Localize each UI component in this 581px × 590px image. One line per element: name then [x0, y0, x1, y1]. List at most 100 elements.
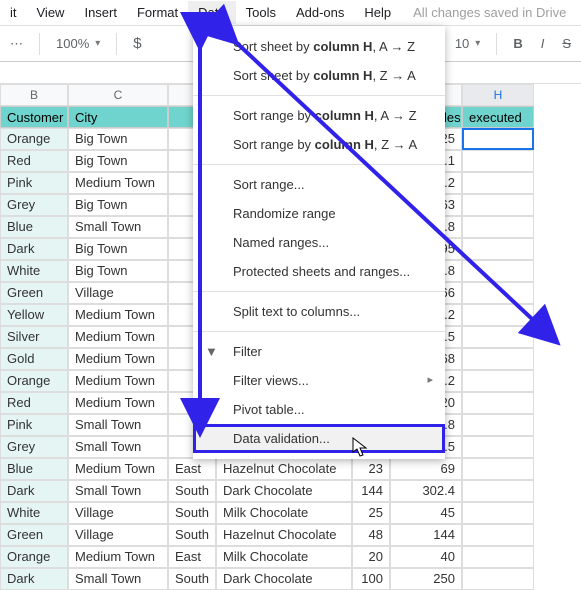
cell[interactable]: Medium Town — [68, 326, 168, 348]
cell[interactable]: South — [168, 524, 216, 546]
menu-filter-views[interactable]: Filter views... — [193, 366, 445, 395]
cell[interactable]: Yellow — [0, 304, 68, 326]
cell[interactable]: Hazelnut Chocolate — [216, 458, 352, 480]
cell[interactable]: Small Town — [68, 568, 168, 590]
menu-view[interactable]: View — [27, 1, 75, 24]
cell[interactable] — [462, 260, 534, 282]
column-header[interactable]: B — [0, 84, 68, 106]
cell[interactable]: 250 — [390, 568, 462, 590]
cell[interactable]: Medium Town — [68, 392, 168, 414]
cell[interactable]: Medium Town — [68, 304, 168, 326]
menu-tools[interactable]: Tools — [236, 1, 286, 24]
cell[interactable]: Village — [68, 282, 168, 304]
cell[interactable] — [462, 414, 534, 436]
cell[interactable]: 40 — [390, 546, 462, 568]
cell[interactable]: Dark — [0, 238, 68, 260]
zoom-select[interactable]: 100% — [50, 32, 106, 55]
cell[interactable] — [462, 194, 534, 216]
cell[interactable]: Big Town — [68, 194, 168, 216]
cell[interactable]: Grey — [0, 194, 68, 216]
menu-filter[interactable]: ▼Filter — [193, 337, 445, 366]
cell[interactable]: White — [0, 502, 68, 524]
cell[interactable]: Green — [0, 282, 68, 304]
cell[interactable]: Silver — [0, 326, 68, 348]
cell[interactable] — [462, 238, 534, 260]
cell[interactable]: South — [168, 568, 216, 590]
cell[interactable] — [462, 480, 534, 502]
cell[interactable]: Big Town — [68, 260, 168, 282]
cell[interactable]: Dark Chocolate — [216, 568, 352, 590]
cell[interactable] — [462, 370, 534, 392]
cell[interactable]: Small Town — [68, 216, 168, 238]
menu-sort-range-za[interactable]: Sort range by column H, Z → A — [193, 130, 445, 159]
cell[interactable]: Pink — [0, 172, 68, 194]
menu-addons[interactable]: Add-ons — [286, 1, 354, 24]
cell[interactable] — [462, 436, 534, 458]
cell[interactable] — [462, 568, 534, 590]
cell[interactable] — [462, 524, 534, 546]
cell[interactable]: 23 — [352, 458, 390, 480]
currency-button[interactable]: $ — [127, 31, 147, 56]
cell[interactable]: Medium Town — [68, 348, 168, 370]
cell[interactable] — [462, 392, 534, 414]
cell[interactable]: 144 — [352, 480, 390, 502]
cell[interactable]: Gold — [0, 348, 68, 370]
cell[interactable]: 69 — [390, 458, 462, 480]
menu-format[interactable]: Format — [127, 1, 188, 24]
cell[interactable]: Village — [68, 502, 168, 524]
cell[interactable]: Green — [0, 524, 68, 546]
cell[interactable]: Big Town — [68, 150, 168, 172]
cell[interactable]: Dark Chocolate — [216, 480, 352, 502]
cell[interactable]: 25 — [352, 502, 390, 524]
cell[interactable]: Big Town — [68, 238, 168, 260]
cell[interactable]: 144 — [390, 524, 462, 546]
cell[interactable]: Hazelnut Chocolate — [216, 524, 352, 546]
menu-sort-sheet-az[interactable]: Sort sheet by column H, A → Z — [193, 32, 445, 61]
cell[interactable]: Medium Town — [68, 546, 168, 568]
cell[interactable]: Orange — [0, 128, 68, 150]
cell[interactable] — [462, 304, 534, 326]
cell[interactable] — [462, 150, 534, 172]
menu-insert[interactable]: Insert — [74, 1, 127, 24]
menu-data-validation[interactable]: Data validation... — [193, 424, 445, 453]
cell[interactable] — [462, 502, 534, 524]
cell[interactable]: Milk Chocolate — [216, 502, 352, 524]
cell[interactable]: Orange — [0, 546, 68, 568]
menu-sort-range[interactable]: Sort range... — [193, 170, 445, 199]
cell[interactable]: Medium Town — [68, 172, 168, 194]
cell[interactable]: 302.4 — [390, 480, 462, 502]
strike-button[interactable]: S — [556, 32, 577, 55]
toolbar-overflow-icon[interactable]: ⋯ — [4, 32, 29, 56]
cell[interactable]: 48 — [352, 524, 390, 546]
cell[interactable] — [462, 326, 534, 348]
cell[interactable]: Orange — [0, 370, 68, 392]
cell[interactable]: White — [0, 260, 68, 282]
cell[interactable] — [462, 546, 534, 568]
cell[interactable]: South — [168, 502, 216, 524]
fontsize-select[interactable]: 10 — [449, 32, 487, 55]
header-cell[interactable]: executed — [462, 106, 534, 128]
italic-button[interactable]: I — [535, 32, 551, 55]
cell[interactable]: Small Town — [68, 414, 168, 436]
menu-sort-range-az[interactable]: Sort range by column H, A → Z — [193, 101, 445, 130]
menu-pivot-table[interactable]: Pivot table... — [193, 395, 445, 424]
cell[interactable]: 45 — [390, 502, 462, 524]
cell[interactable]: Small Town — [68, 480, 168, 502]
cell[interactable]: Medium Town — [68, 370, 168, 392]
cell[interactable] — [462, 172, 534, 194]
cell[interactable] — [462, 282, 534, 304]
cell[interactable]: 100 — [352, 568, 390, 590]
cell[interactable]: East — [168, 546, 216, 568]
cell[interactable]: Village — [68, 524, 168, 546]
menu-protected-sheets[interactable]: Protected sheets and ranges... — [193, 257, 445, 286]
bold-button[interactable]: B — [507, 32, 528, 55]
menu-named-ranges[interactable]: Named ranges... — [193, 228, 445, 257]
cell[interactable]: Big Town — [68, 128, 168, 150]
cell[interactable] — [462, 348, 534, 370]
menu-sort-sheet-za[interactable]: Sort sheet by column H, Z → A — [193, 61, 445, 90]
cell[interactable]: Red — [0, 392, 68, 414]
cell[interactable]: Dark — [0, 480, 68, 502]
column-header[interactable]: H — [462, 84, 534, 106]
menu-randomize-range[interactable]: Randomize range — [193, 199, 445, 228]
cell[interactable]: East — [168, 458, 216, 480]
